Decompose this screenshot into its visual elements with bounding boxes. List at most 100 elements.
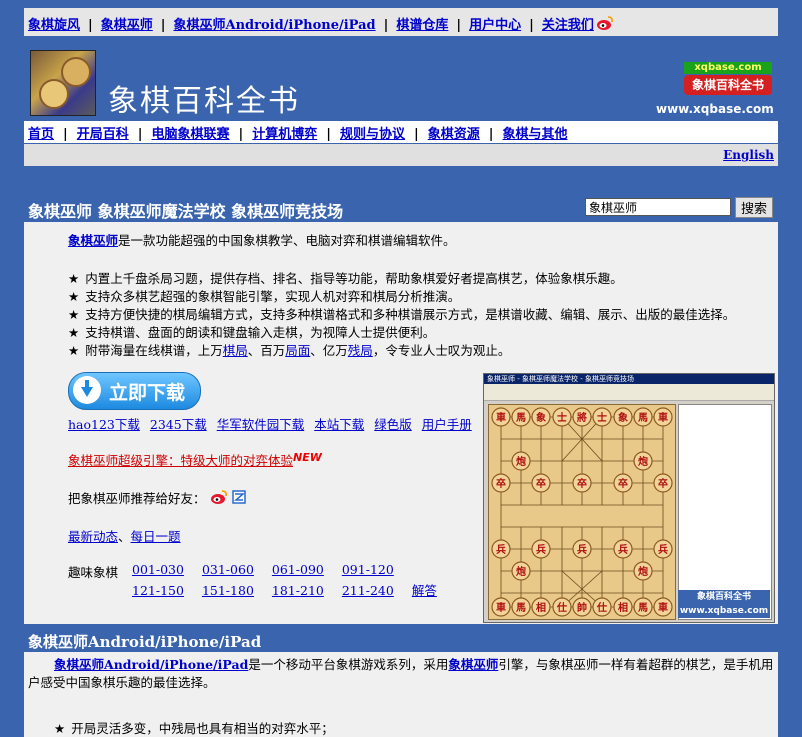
top-nav-link-mobile[interactable]: 象棋巫师Android/iPhone/iPad: [174, 18, 376, 33]
weibo-icon[interactable]: [596, 15, 614, 31]
screenshot-side-panel: [678, 404, 772, 620]
chess-piece: 象: [613, 407, 633, 427]
svg-text:相: 相: [618, 601, 628, 614]
star-icon: ★: [68, 343, 80, 358]
puzzle-range-link[interactable]: 031-060: [202, 562, 254, 577]
mobile-feature-item: ★ 开局灵活多变，中残局也具有相当的对弈水平；: [54, 718, 334, 737]
puzzle-range-link[interactable]: 121-150: [132, 583, 184, 598]
super-engine-link[interactable]: 象棋巫师超级引擎：特级大师的对弈体验: [68, 453, 293, 468]
qzone-share-icon[interactable]: [231, 489, 247, 505]
app-screenshot[interactable]: 象棋巫师 - 象棋巫师魔法学校 - 象棋巫师竞技场 車馬象士將士象馬車炮炮卒卒卒…: [483, 373, 775, 623]
chess-piece: 馬: [511, 597, 531, 617]
screenshot-logo-text: 象棋百科全书: [696, 592, 751, 602]
weibo-share-icon[interactable]: [210, 489, 228, 505]
search-input[interactable]: [585, 198, 731, 216]
chess-piece: 帥: [572, 597, 592, 617]
download-link-local[interactable]: 本站下载: [314, 417, 364, 432]
search-button[interactable]: 搜索: [735, 197, 773, 218]
svg-text:兵: 兵: [618, 543, 628, 556]
chess-piece: 仕: [552, 597, 572, 617]
chess-piece: 車: [653, 407, 673, 427]
svg-text:帥: 帥: [577, 601, 587, 614]
intro-text: 象棋巫师是一款功能超强的中国象棋教学、电脑对弈和棋谱编辑软件。: [68, 230, 456, 249]
games-link[interactable]: 棋局: [223, 343, 248, 358]
svg-text:車: 車: [496, 411, 506, 424]
main-nav-rules[interactable]: 规则与协议: [340, 127, 405, 142]
latest-news-link[interactable]: 最新动态: [68, 529, 118, 544]
wizard-engine-link[interactable]: 象棋巫师: [448, 657, 498, 672]
fun-chess-label: 趣味象棋: [68, 565, 119, 580]
download-button[interactable]: 立即下载: [68, 372, 201, 410]
main-nav-resources[interactable]: 象棋资源: [428, 127, 480, 142]
puzzle-range-link[interactable]: 151-180: [202, 583, 254, 598]
chess-piece: 卒: [572, 473, 592, 493]
daily-puzzle-link[interactable]: 每日一题: [131, 529, 181, 544]
mobile-app-link[interactable]: 象棋巫师Android/iPhone/iPad: [54, 657, 248, 672]
nav-separator: |: [160, 18, 166, 33]
download-arrow-icon: [73, 376, 101, 404]
puzzle-answers-link[interactable]: 解答: [412, 583, 437, 598]
chess-piece: 馬: [633, 597, 653, 617]
download-link-hao123[interactable]: hao123下载: [68, 417, 140, 432]
mobile-text-1: 是一个移动平台象棋游戏系列，采用: [248, 657, 449, 672]
chess-piece: 仕: [592, 597, 612, 617]
main-nav-home[interactable]: 首页: [28, 127, 54, 142]
positions-link[interactable]: 局面: [285, 343, 310, 358]
top-nav-link-repository[interactable]: 棋谱仓库: [396, 18, 448, 33]
download-link-2345[interactable]: 2345下载: [150, 417, 207, 432]
section-title: 象棋巫师 象棋巫师魔法学校 象棋巫师竞技场: [28, 202, 344, 221]
puzzle-range-link[interactable]: 181-210: [272, 583, 324, 598]
feature-item: ★ 支持方便快捷的棋局编辑方式，支持多种棋谱格式和多种棋谱展示方式，是棋谱收藏、编…: [68, 304, 735, 323]
site-banner: 象棋百科全书 xqbase.com 象棋百科全书 www.xqbase.com: [24, 44, 778, 120]
svg-text:炮: 炮: [515, 455, 526, 468]
puzzle-range-link[interactable]: 091-120: [342, 562, 394, 577]
chess-piece: 兵: [491, 539, 511, 559]
mobile-section-header: 象棋巫师Android/iPhone/iPad: [24, 628, 778, 652]
user-manual-link[interactable]: 用户手册: [422, 417, 472, 432]
puzzle-range-link[interactable]: 001-030: [132, 562, 184, 577]
top-nav-link-follow-us[interactable]: 关注我们: [542, 18, 594, 33]
feature-text: 支持众多棋艺超强的象棋智能引擎，实现人机对弈和棋局分析推演。: [85, 289, 461, 304]
main-nav-others[interactable]: 象棋与其他: [503, 127, 568, 142]
screenshot-title-bar: 象棋巫师 - 象棋巫师魔法学校 - 象棋巫师竞技场: [484, 374, 774, 384]
download-link-onlinedown[interactable]: 华军软件园下载: [217, 417, 305, 432]
svg-text:卒: 卒: [577, 477, 587, 490]
top-nav: 象棋旋风 | 象棋巫师 | 象棋巫师Android/iPhone/iPad | 棋谱仓库 | 用…: [24, 8, 778, 36]
star-icon: ★: [68, 325, 80, 340]
english-link[interactable]: English: [723, 148, 774, 162]
recommend-label: 把象棋巫师推荐给好友：: [68, 491, 206, 506]
top-nav-link-xqfeng[interactable]: 象棋旋风: [28, 18, 80, 33]
top-nav-link-wizard[interactable]: 象棋巫师: [101, 18, 153, 33]
top-nav-link-user-center[interactable]: 用户中心: [469, 18, 521, 33]
main-nav-openings[interactable]: 开局百科: [77, 127, 129, 142]
svg-text:炮: 炮: [637, 565, 648, 578]
feature-text: 支持棋谱、盘面的朗读和键盘输入走棋，为视障人士提供便利。: [85, 325, 436, 340]
chess-piece: 卒: [491, 473, 511, 493]
main-nav: 首页 | 开局百科 | 电脑象棋联赛 | 计算机博弈 | 规则与协议 | 象棋资源 | 象棋与其他: [24, 121, 778, 143]
chess-piece: 車: [653, 597, 673, 617]
chess-piece: 炮: [511, 561, 531, 581]
nav-separator: |: [137, 127, 143, 142]
site-logo[interactable]: [30, 50, 96, 116]
feature-text: ，令专业人士叹为观止。: [372, 343, 511, 358]
nav-separator: |: [383, 18, 389, 33]
svg-text:卒: 卒: [536, 477, 546, 490]
star-icon: ★: [68, 289, 80, 304]
endgames-link[interactable]: 残局: [348, 343, 373, 358]
chess-piece: 相: [531, 597, 551, 617]
chess-piece: 士: [592, 407, 612, 427]
feature-text: 、亿万: [310, 343, 348, 358]
nav-separator: |: [414, 127, 419, 142]
chess-piece: 兵: [653, 539, 673, 559]
main-nav-computer-league[interactable]: 电脑象棋联赛: [152, 127, 230, 142]
puzzle-range-link[interactable]: 061-090: [272, 562, 324, 577]
engine-promo: 象棋巫师超级引擎：特级大师的对弈体验NEW: [68, 450, 322, 469]
chess-piece: 士: [552, 407, 572, 427]
puzzle-range-link[interactable]: 211-240: [342, 583, 394, 598]
download-link-portable[interactable]: 绿色版: [374, 417, 412, 432]
intro-wizard-link[interactable]: 象棋巫师: [68, 233, 118, 248]
chess-piece: 兵: [613, 539, 633, 559]
svg-text:士: 士: [557, 411, 567, 424]
main-nav-computer-games[interactable]: 计算机博弈: [252, 127, 317, 142]
chess-piece: 卒: [653, 473, 673, 493]
